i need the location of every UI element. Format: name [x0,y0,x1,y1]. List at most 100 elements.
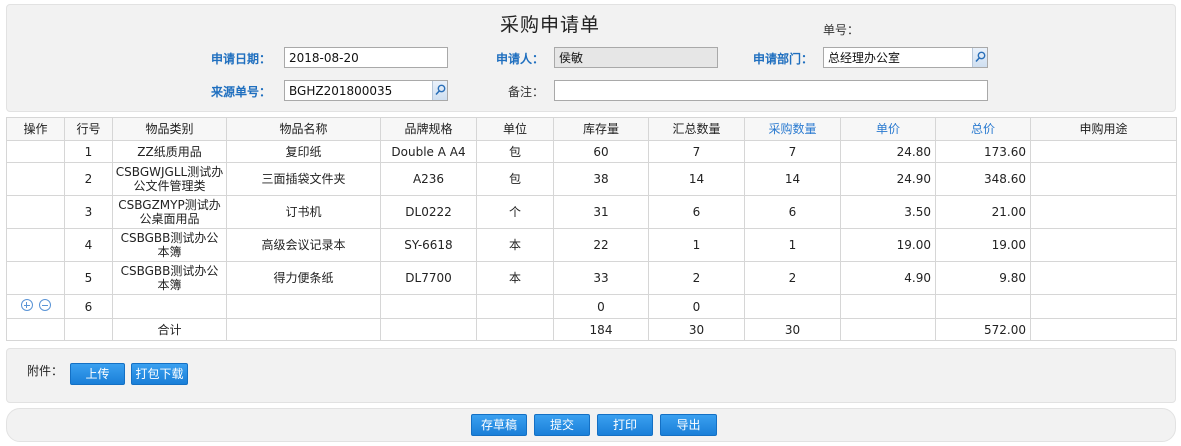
stock-cell: 38 [553,162,649,196]
summary-cell: 0 [648,294,745,319]
table-totals-row: 合计 184 30 30 572.00 [6,318,1177,341]
stock-cell: 33 [553,261,649,295]
category-cell[interactable]: CSBGBB测试办公本簿 [112,228,227,262]
purchase-cell[interactable] [744,294,841,319]
table-row-new: 6 0 0 [6,294,1177,319]
totals-summary: 30 [648,318,745,341]
summary-cell: 7 [648,140,745,163]
item-name-cell[interactable]: 三面插袋文件夹 [226,162,381,196]
spec-cell: Double A A4 [380,140,477,163]
purpose-cell[interactable] [1030,162,1177,196]
applicant-field: 侯敏 [554,47,718,68]
upload-button[interactable]: 上传 [70,363,125,385]
line-cell: 1 [64,140,113,163]
total-cell: 19.00 [935,228,1031,262]
unit-cell: 本 [476,228,554,262]
category-cell[interactable]: CSBGBB测试办公本簿 [112,261,227,295]
footer-action-bar: 存草稿 提交 打印 导出 [6,408,1176,442]
unit-cell: 本 [476,261,554,295]
category-cell[interactable] [112,294,227,319]
unit-cell: 包 [476,162,554,196]
export-button[interactable]: 导出 [660,414,717,436]
stock-cell: 22 [553,228,649,262]
price-cell[interactable]: 19.00 [840,228,936,262]
price-cell[interactable]: 4.90 [840,261,936,295]
row-op-cell [6,228,65,262]
download-all-button[interactable]: 打包下载 [131,363,188,385]
save-draft-button[interactable]: 存草稿 [471,414,527,436]
row-op-cell [6,162,65,196]
spec-cell: SY-6618 [380,228,477,262]
table-row: 2 CSBGWJGLL测试办公文件管理类 三面插袋文件夹 A236 包 38 1… [6,162,1177,196]
price-cell[interactable]: 3.50 [840,195,936,229]
totals-total: 572.00 [935,318,1031,341]
submit-button[interactable]: 提交 [534,414,590,436]
summary-cell: 2 [648,261,745,295]
row-op-cell [6,294,65,319]
source-label: 来源单号： [211,85,272,99]
dept-field[interactable]: 总经理办公室 [823,47,988,68]
category-cell[interactable]: CSBGWJGLL测试办公文件管理类 [112,162,227,196]
total-cell: 9.80 [935,261,1031,295]
stock-cell: 0 [553,294,649,319]
category-cell[interactable]: ZZ纸质用品 [112,140,227,163]
order-no-label: 单号： [823,23,860,37]
summary-cell: 1 [648,228,745,262]
source-field[interactable]: BGHZ201800035 [284,80,448,101]
remark-label: 备注： [508,85,545,99]
item-name-cell[interactable]: 订书机 [226,195,381,229]
applicant-label: 申请人： [496,52,545,66]
purpose-cell[interactable] [1030,294,1177,319]
line-cell: 6 [64,294,113,319]
spec-cell: DL7700 [380,261,477,295]
purpose-cell[interactable] [1030,195,1177,229]
summary-cell: 6 [648,195,745,229]
totals-label: 合计 [112,318,227,341]
attachments-panel: 附件： 上传 打包下载 [6,348,1176,403]
category-cell[interactable]: CSBGZMYP测试办公桌面用品 [112,195,227,229]
total-cell [935,294,1031,319]
col-header-name: 物品名称 [226,117,381,141]
stock-cell: 60 [553,140,649,163]
price-cell[interactable] [840,294,936,319]
dept-label: 申请部门： [753,52,814,66]
remove-row-icon[interactable] [38,299,51,311]
add-row-icon[interactable] [20,299,33,311]
row-op-cell [6,261,65,295]
col-header-unit: 单位 [476,117,554,141]
purchase-cell[interactable]: 1 [744,228,841,262]
source-lookup-button[interactable] [432,81,447,100]
total-cell: 173.60 [935,140,1031,163]
purpose-cell[interactable] [1030,140,1177,163]
col-header-stock: 库存量 [553,117,649,141]
remark-field[interactable] [554,80,988,101]
item-name-cell[interactable] [226,294,381,319]
print-button[interactable]: 打印 [597,414,653,436]
purchase-cell[interactable]: 14 [744,162,841,196]
line-cell: 3 [64,195,113,229]
col-header-purchase: 采购数量 [744,117,841,141]
price-cell[interactable]: 24.80 [840,140,936,163]
dept-lookup-button[interactable] [972,48,987,67]
col-header-summary: 汇总数量 [648,117,745,141]
line-cell: 2 [64,162,113,196]
item-name-cell[interactable]: 高级会议记录本 [226,228,381,262]
totals-purchase: 30 [744,318,841,341]
purchase-cell[interactable]: 7 [744,140,841,163]
purpose-cell[interactable] [1030,228,1177,262]
col-header-category: 物品类别 [112,117,227,141]
magnifier-icon [975,51,986,63]
item-name-cell[interactable]: 得力便条纸 [226,261,381,295]
stock-cell: 31 [553,195,649,229]
purchase-cell[interactable]: 2 [744,261,841,295]
purchase-cell[interactable]: 6 [744,195,841,229]
price-cell[interactable]: 24.90 [840,162,936,196]
date-field[interactable]: 2018-08-20 [284,47,448,68]
unit-cell [476,294,554,319]
item-name-cell[interactable]: 复印纸 [226,140,381,163]
spec-cell [380,294,477,319]
purpose-cell[interactable] [1030,261,1177,295]
line-cell: 5 [64,261,113,295]
col-header-price: 单价 [840,117,936,141]
col-header-purpose: 申购用途 [1030,117,1177,141]
